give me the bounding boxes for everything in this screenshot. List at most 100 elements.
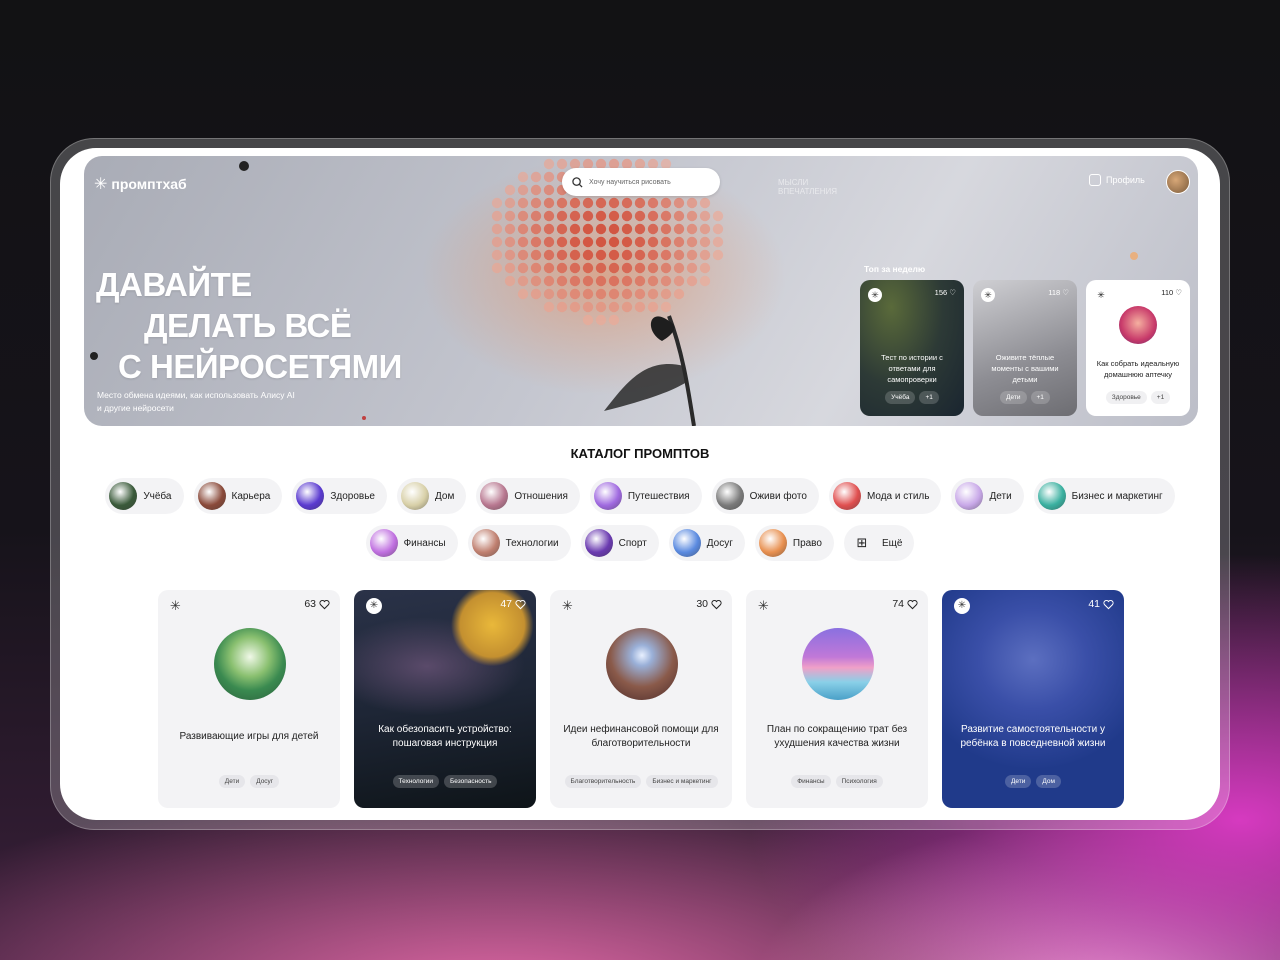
search-input[interactable] <box>589 178 709 186</box>
sparkle-icon: ✳ <box>758 598 769 613</box>
flower-dot <box>595 210 607 222</box>
flower-dot <box>543 223 555 235</box>
flower-dot <box>686 275 698 287</box>
flower-dot <box>686 249 698 261</box>
like-count: 118 ♡ <box>1048 288 1069 297</box>
flower-dot <box>673 210 685 222</box>
flower-dot <box>634 223 646 235</box>
search-bar[interactable] <box>562 168 720 196</box>
tag-more[interactable]: +1 <box>919 391 939 404</box>
flower-dot <box>582 223 594 235</box>
flower-dot <box>634 249 646 261</box>
category-thumbnail <box>296 482 325 510</box>
flower-dot <box>543 301 555 313</box>
flower-dot <box>569 197 581 209</box>
category-thumbnail <box>758 529 787 557</box>
flower-dot <box>621 236 633 248</box>
tag[interactable]: Дети <box>1000 391 1027 404</box>
prompt-card[interactable]: ✳ 41 Развитие самостоятельности у ребёнк… <box>942 590 1124 808</box>
flower-dot <box>556 236 568 248</box>
category-chip[interactable]: Право <box>754 525 834 561</box>
tag[interactable]: Дети <box>218 775 246 788</box>
like-count[interactable]: 74 <box>892 598 918 610</box>
tag[interactable]: Дети <box>1005 775 1032 788</box>
profile-link[interactable]: Профиль <box>1089 174 1145 186</box>
flower-dot <box>491 262 503 274</box>
category-chip[interactable]: Бизнес и маркетинг <box>1033 478 1175 514</box>
tag[interactable]: Психология <box>835 775 883 788</box>
category-chip[interactable]: Дети <box>951 478 1024 514</box>
flower-dot <box>543 197 555 209</box>
tag[interactable]: Бизнес и маркетинг <box>646 775 718 788</box>
tag[interactable]: Дом <box>1036 775 1061 788</box>
flower-dot <box>647 197 659 209</box>
prompt-card[interactable]: ✳ 74 План по сокращению трат без ухудшен… <box>746 590 928 808</box>
flower-dot <box>543 210 555 222</box>
flower-dot <box>660 275 672 287</box>
category-chip[interactable]: Технологии <box>467 525 571 561</box>
flower-dot <box>530 249 542 261</box>
sparkle-icon: ✳ <box>562 598 573 613</box>
category-chip[interactable]: Мода и стиль <box>828 478 942 514</box>
category-chip[interactable]: ⊞ Ещё <box>843 525 915 561</box>
prompt-card[interactable]: ✳ 63 Развивающие игры для детей Дети Дос… <box>158 590 340 808</box>
top-card[interactable]: ✳ 156 ♡ Тест по истории с ответами для с… <box>860 280 964 416</box>
flower-dot <box>699 236 711 248</box>
like-count[interactable]: 47 <box>500 598 526 610</box>
flower-dot <box>504 249 516 261</box>
tag[interactable]: Безопасность <box>444 775 498 788</box>
flower-dot <box>660 210 672 222</box>
category-chip[interactable]: Карьера <box>193 478 283 514</box>
flower-dot <box>530 197 542 209</box>
like-count[interactable]: 30 <box>696 598 722 610</box>
flower-dot <box>556 288 568 300</box>
prompt-card[interactable]: ✳ 30 Идеи нефинансовой помощи для благот… <box>550 590 732 808</box>
top-card-title: Как собрать идеальную домашнюю аптечку <box>1096 359 1180 379</box>
top-card[interactable]: ✳ 110 ♡ Как собрать идеальную домашнюю а… <box>1086 280 1190 416</box>
flower-dot <box>595 262 607 274</box>
like-count-value: 47 <box>500 598 512 610</box>
like-count[interactable]: 63 <box>304 598 330 610</box>
prompt-card[interactable]: ✳ 47 Как обезопасить устройство: пошагов… <box>354 590 536 808</box>
category-chip[interactable]: Учёба <box>105 478 184 514</box>
tag-more[interactable]: +1 <box>1030 391 1050 404</box>
app-logo[interactable]: ✳ промптхаб <box>94 174 187 194</box>
avatar[interactable] <box>1166 170 1190 194</box>
category-chip[interactable]: Досуг <box>668 525 745 561</box>
category-chip[interactable]: Оживи фото <box>711 478 819 514</box>
tag[interactable]: Финансы <box>791 775 831 788</box>
flower-dot <box>686 210 698 222</box>
headline-line-3: С НЕЙРОСЕТЯМИ <box>118 348 402 385</box>
decor-dot <box>1130 252 1138 260</box>
flower-dot <box>569 288 581 300</box>
flower-dot <box>517 184 529 196</box>
flower-dot <box>517 171 529 183</box>
category-chip[interactable]: Дом <box>397 478 467 514</box>
hero-headline: ДАВАЙТЕ ДЕЛАТЬ ВСЁ С НЕЙРОСЕТЯМИ <box>96 264 402 387</box>
category-chip[interactable]: Путешествия <box>589 478 702 514</box>
top-card[interactable]: ✳ 118 ♡ Оживите тёплые моменты с вашими … <box>973 280 1077 416</box>
tag-more[interactable]: +1 <box>1150 391 1171 404</box>
category-chip[interactable]: Здоровье <box>292 478 387 514</box>
headline-line-2: ДЕЛАТЬ ВСЁ <box>144 307 352 344</box>
tag-list: Благотворительность Бизнес и маркетинг <box>550 775 732 788</box>
category-chip[interactable]: Отношения <box>476 478 580 514</box>
heart-icon <box>515 599 526 609</box>
category-row-2: Финансы Технологии Спорт Досуг Право ⊞ Ещё <box>60 525 1220 561</box>
tag[interactable]: Здоровье <box>1105 391 1147 404</box>
flower-dot <box>543 171 555 183</box>
tag[interactable]: Досуг <box>250 775 280 788</box>
tag[interactable]: Учёба <box>885 391 916 404</box>
category-label: Спорт <box>618 537 647 549</box>
category-chip[interactable]: Спорт <box>580 525 659 561</box>
tag[interactable]: Технологии <box>392 775 440 788</box>
tag[interactable]: Благотворительность <box>564 775 642 788</box>
category-chip[interactable]: Финансы <box>365 525 458 561</box>
flower-dot <box>543 249 555 261</box>
flower-dot <box>686 223 698 235</box>
flower-dot <box>530 262 542 274</box>
like-count[interactable]: 41 <box>1088 598 1114 610</box>
flower-dot <box>582 210 594 222</box>
flower-dot <box>556 249 568 261</box>
flower-dot <box>686 236 698 248</box>
